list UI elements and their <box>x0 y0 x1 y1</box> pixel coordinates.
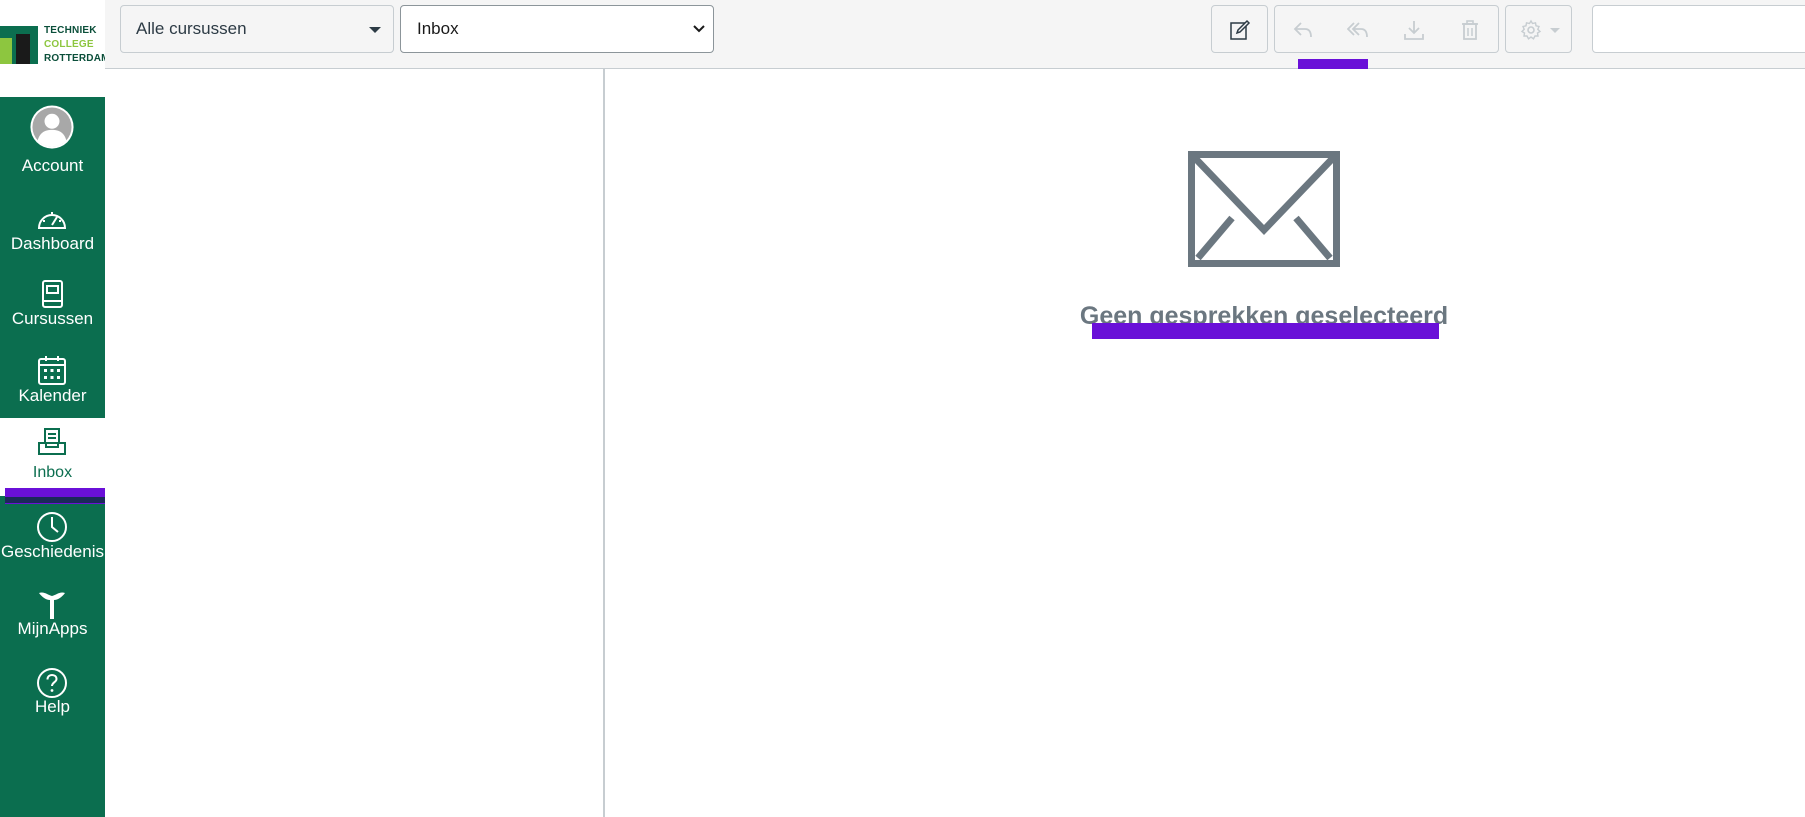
settings-menu-button[interactable] <box>1505 5 1572 53</box>
compose-icon <box>1230 19 1251 40</box>
nav-item-help[interactable]: Help <box>0 659 105 737</box>
nav-label-courses: Cursussen <box>11 309 94 328</box>
nav-item-history[interactable]: Geschiedenis <box>0 503 105 581</box>
nav-item-inbox[interactable]: Inbox <box>0 418 105 496</box>
mailbox-filter-value: Inbox <box>417 19 459 38</box>
logo[interactable]: TECHNIEK COLLEGE ROTTERDAM <box>0 0 109 97</box>
archive-button[interactable] <box>1386 5 1443 53</box>
mailbox-filter-select[interactable]: Inbox <box>400 5 714 53</box>
nav-item-account[interactable]: Account <box>0 99 105 177</box>
reply-button[interactable] <box>1274 5 1331 53</box>
apps-icon <box>39 592 65 619</box>
nav-item-courses[interactable]: Cursussen <box>0 271 105 349</box>
nav-label-calendar: Kalender <box>18 386 87 405</box>
caret-down-icon <box>1550 28 1560 33</box>
inbox-icon <box>38 428 66 455</box>
logo-line-2: COLLEGE <box>44 39 94 50</box>
reply-all-button[interactable] <box>1330 5 1387 53</box>
compose-button[interactable] <box>1211 5 1268 53</box>
inbox-toolbar: Alle cursussen Inbox <box>105 0 1805 76</box>
highlight-marker-shadow <box>5 497 105 503</box>
reply-icon <box>1293 22 1312 38</box>
courses-icon <box>42 280 63 308</box>
history-icon <box>37 512 67 542</box>
nav-label-history: Geschiedenis <box>0 542 104 561</box>
chevron-down-icon <box>693 25 705 33</box>
logo-mark-icon <box>0 26 38 64</box>
highlight-marker <box>1092 323 1439 339</box>
envelope-icon <box>1188 151 1340 267</box>
search-input[interactable] <box>1592 5 1805 53</box>
nav-item-apps[interactable]: MijnApps <box>0 581 105 659</box>
nav-label-account: Account <box>21 156 84 175</box>
global-navigation: TECHNIEK COLLEGE ROTTERDAM Account Dashb… <box>0 0 129 817</box>
nav-item-calendar[interactable]: Kalender <box>0 347 105 425</box>
reply-all-icon <box>1347 22 1368 38</box>
logo-text: TECHNIEK COLLEGE ROTTERDAM <box>44 24 110 66</box>
nav-label-inbox: Inbox <box>32 464 73 481</box>
calendar-icon <box>38 356 66 385</box>
course-filter-select[interactable]: Alle cursussen <box>120 5 394 53</box>
gear-icon <box>1520 19 1542 40</box>
dashboard-icon <box>37 212 67 229</box>
avatar-icon <box>30 105 74 149</box>
logo-line-3: ROTTERDAM <box>44 53 110 64</box>
message-pane: Geen gesprekken geselecteerd <box>607 69 1805 817</box>
nav-item-dashboard[interactable]: Dashboard <box>0 196 105 274</box>
nav-label-help: Help <box>35 697 70 716</box>
logo-line-1: TECHNIEK <box>44 25 97 36</box>
nav-label-dashboard: Dashboard <box>10 234 95 253</box>
download-icon <box>1404 21 1424 40</box>
course-filter-value: Alle cursussen <box>136 19 247 38</box>
caret-down-icon <box>369 27 381 33</box>
trash-icon <box>1462 20 1478 40</box>
delete-button[interactable] <box>1442 5 1499 53</box>
nav-label-apps: MijnApps <box>17 619 88 638</box>
conversation-list <box>105 69 605 817</box>
help-icon <box>37 668 67 698</box>
